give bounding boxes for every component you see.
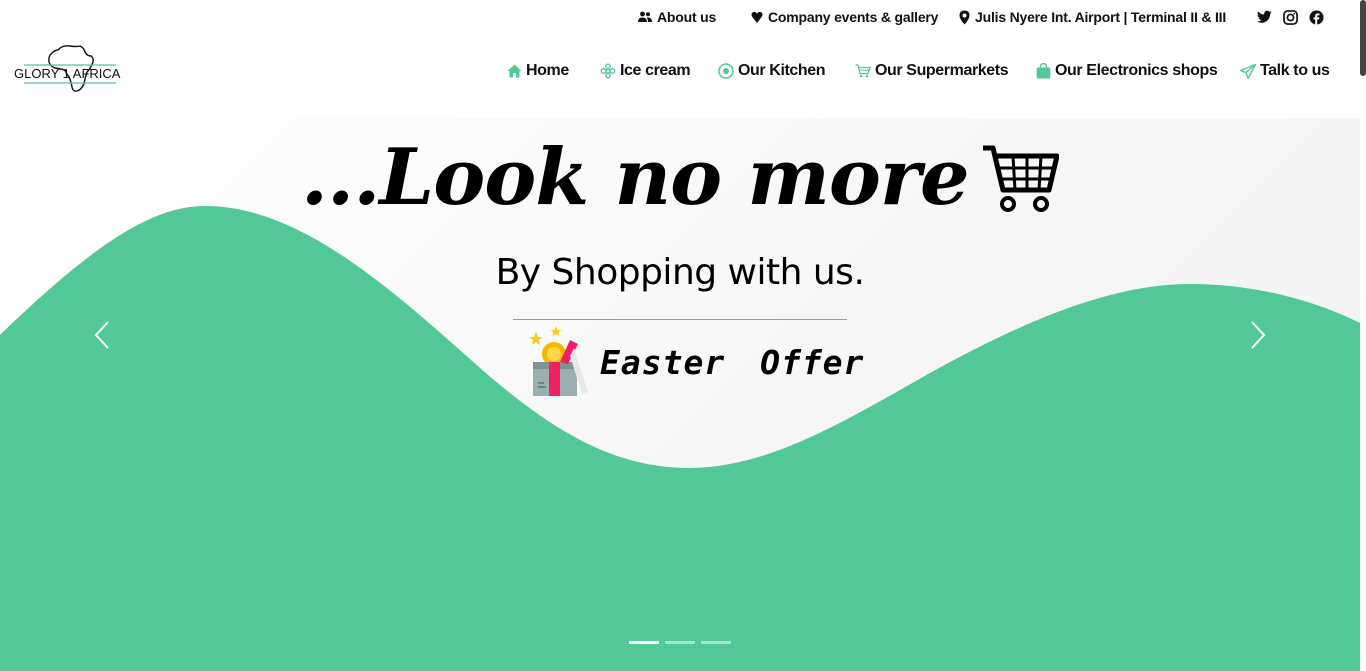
company-events-label: Company events & gallery	[768, 9, 939, 25]
hero-title-text: ...Look no more	[300, 132, 970, 223]
hero-title: ...Look no more	[0, 132, 1360, 223]
instagram-icon[interactable]	[1283, 10, 1298, 25]
nav-our-kitchen[interactable]: Our Kitchen	[718, 62, 826, 80]
nav-our-supermarkets-label: Our Supermarkets	[875, 62, 1009, 79]
users-icon	[638, 11, 652, 22]
nav-home[interactable]: Home	[507, 62, 569, 80]
scrollbar-thumb[interactable]	[1360, 0, 1366, 76]
hero-subtitle: By Shopping with us.	[495, 252, 865, 293]
carousel-indicators	[629, 641, 731, 644]
easter-offer[interactable]: Easter Offer	[530, 326, 864, 398]
heart-icon	[751, 11, 763, 23]
flower-icon	[600, 63, 616, 79]
carousel-indicator-2[interactable]	[665, 641, 695, 644]
location-link[interactable]: Julis Nyere Int. Airport | Terminal II &…	[959, 9, 1226, 25]
nav-our-supermarkets[interactable]: Our Supermarkets	[855, 62, 1009, 80]
bag-icon	[1036, 63, 1051, 79]
site-logo[interactable]: GLORY 1 AFRICA	[14, 44, 126, 96]
page-scrollbar[interactable]	[1360, 0, 1366, 671]
top-utility-bar: About us Company events & gallery Julis …	[0, 0, 1366, 36]
nav-home-label: Home	[526, 62, 569, 79]
nav-our-electronics-label: Our Electronics shops	[1055, 62, 1218, 79]
hero-divider	[513, 319, 847, 320]
cart-icon	[855, 64, 871, 78]
twitter-icon[interactable]	[1257, 10, 1272, 24]
location-label: Julis Nyere Int. Airport | Terminal II &…	[975, 9, 1227, 25]
kitchen-icon	[718, 63, 734, 79]
nav-talk-to-us[interactable]: Talk to us	[1240, 62, 1330, 80]
nav-our-kitchen-label: Our Kitchen	[738, 62, 826, 79]
nav-our-electronics-shops[interactable]: Our Electronics shops	[1036, 62, 1218, 80]
about-us-label: About us	[657, 9, 717, 25]
map-pin-icon	[959, 10, 970, 24]
send-icon	[1240, 63, 1256, 79]
company-events-link[interactable]: Company events & gallery	[751, 9, 938, 25]
shopping-cart-icon	[983, 145, 1060, 212]
logo-text: GLORY 1 AFRICA	[14, 66, 121, 81]
carousel-indicator-3[interactable]	[701, 641, 731, 644]
chevron-left-icon[interactable]	[90, 320, 114, 350]
nav-ice-cream-label: Ice cream	[620, 62, 691, 79]
about-us-link[interactable]: About us	[638, 9, 716, 25]
chevron-right-icon[interactable]	[1246, 320, 1270, 350]
nav-ice-cream[interactable]: Ice cream	[600, 62, 691, 80]
hero-carousel: ...Look no more By Shopping with us. Eas…	[0, 118, 1360, 671]
easter-offer-text: Easter Offer	[600, 342, 865, 382]
carousel-indicator-1[interactable]	[629, 641, 659, 644]
nav-talk-to-us-label: Talk to us	[1260, 62, 1330, 79]
home-icon	[507, 64, 522, 78]
gift-icon	[530, 326, 588, 396]
facebook-icon[interactable]	[1309, 10, 1324, 25]
